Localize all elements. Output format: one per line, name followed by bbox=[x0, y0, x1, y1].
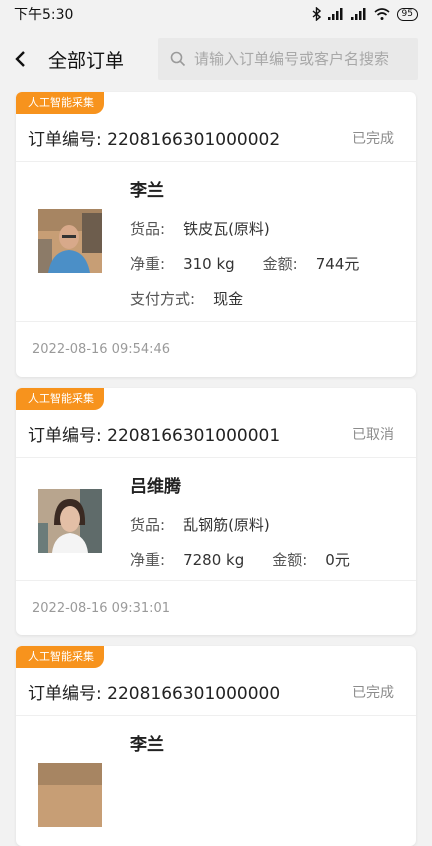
order-time: 2022-08-16 09:31:01 bbox=[32, 600, 171, 616]
order-card[interactable]: 人工智能采集 订单编号: 2208166301000001 已取消 吕维腾 货品… bbox=[16, 388, 416, 635]
signal-icon bbox=[350, 8, 366, 20]
order-card[interactable]: 人工智能采集 订单编号: 2208166301000000 已完成 李兰 bbox=[16, 646, 416, 846]
payment-value: 现金 bbox=[213, 290, 244, 308]
amount-label: 金额: bbox=[262, 255, 298, 273]
back-arrow-icon[interactable] bbox=[14, 48, 36, 70]
goods-value: 铁皮瓦(原料) bbox=[183, 220, 270, 238]
net-weight-label: 净重: bbox=[130, 255, 166, 273]
order-status: 已取消 bbox=[352, 426, 394, 443]
bluetooth-icon bbox=[312, 7, 321, 21]
order-number: 订单编号: 2208166301000002 bbox=[28, 130, 281, 150]
search-box[interactable] bbox=[158, 38, 418, 80]
amount-label: 金额: bbox=[272, 551, 308, 569]
net-weight-label: 净重: bbox=[130, 551, 166, 569]
goods-label: 货品: bbox=[130, 220, 166, 238]
order-info: 吕维腾 货品: 乱钢筋(原料) 净重: 7280 kg 金额: 0元 bbox=[130, 476, 416, 580]
search-input[interactable] bbox=[194, 50, 406, 68]
net-weight-value: 310 kg bbox=[183, 255, 235, 273]
ai-collect-tag: 人工智能采集 bbox=[16, 92, 104, 114]
order-body: 李兰 货品: 铁皮瓦(原料) 净重: 310 kg 金额: 744元 支付方式:… bbox=[16, 162, 416, 322]
payment-label: 支付方式: bbox=[130, 290, 196, 308]
customer-name: 吕维腾 bbox=[130, 477, 181, 497]
ai-collect-tag: 人工智能采集 bbox=[16, 646, 104, 668]
order-info: 李兰 bbox=[130, 734, 416, 846]
order-footer: 2022-08-16 09:31:01 bbox=[16, 581, 416, 635]
weight-row: 净重: 310 kg 金额: 744元 bbox=[130, 247, 416, 282]
status-bar: 下午5:30 95 bbox=[0, 0, 432, 28]
order-footer: 2022-08-16 09:54:46 bbox=[16, 322, 416, 376]
amount-value: 744元 bbox=[315, 255, 360, 273]
customer-photo bbox=[38, 763, 102, 827]
status-icons: 95 bbox=[312, 7, 418, 21]
customer-name: 李兰 bbox=[130, 735, 164, 755]
payment-row: 支付方式: 现金 bbox=[130, 282, 416, 317]
header: 全部订单 bbox=[0, 28, 432, 90]
order-card[interactable]: 人工智能采集 订单编号: 2208166301000002 已完成 李兰 货品:… bbox=[16, 92, 416, 377]
order-number: 订单编号: 2208166301000000 bbox=[28, 684, 281, 704]
order-status: 已完成 bbox=[352, 684, 394, 701]
order-info: 李兰 货品: 铁皮瓦(原料) 净重: 310 kg 金额: 744元 支付方式:… bbox=[130, 180, 416, 321]
goods-label: 货品: bbox=[130, 516, 166, 534]
status-time: 下午5:30 bbox=[14, 7, 74, 23]
customer-name: 李兰 bbox=[130, 181, 164, 201]
net-weight-value: 7280 kg bbox=[183, 551, 245, 569]
battery-icon: 95 bbox=[396, 7, 418, 21]
order-body: 吕维腾 货品: 乱钢筋(原料) 净重: 7280 kg 金额: 0元 bbox=[16, 458, 416, 581]
order-list: 人工智能采集 订单编号: 2208166301000002 已完成 李兰 货品:… bbox=[0, 92, 432, 846]
order-number: 订单编号: 2208166301000001 bbox=[28, 426, 281, 446]
goods-value: 乱钢筋(原料) bbox=[183, 516, 270, 534]
customer-photo bbox=[38, 209, 102, 273]
search-icon bbox=[170, 51, 186, 67]
signal-icon bbox=[327, 8, 343, 20]
order-body: 李兰 bbox=[16, 716, 416, 846]
order-status: 已完成 bbox=[352, 130, 394, 147]
amount-value: 0元 bbox=[325, 551, 350, 569]
weight-row: 净重: 7280 kg 金额: 0元 bbox=[130, 543, 416, 578]
wifi-icon bbox=[374, 8, 390, 20]
page-title: 全部订单 bbox=[48, 49, 125, 72]
goods-row: 货品: 铁皮瓦(原料) bbox=[130, 212, 416, 247]
goods-row: 货品: 乱钢筋(原料) bbox=[130, 508, 416, 543]
order-time: 2022-08-16 09:54:46 bbox=[32, 341, 171, 357]
ai-collect-tag: 人工智能采集 bbox=[16, 388, 104, 410]
customer-photo bbox=[38, 489, 102, 553]
